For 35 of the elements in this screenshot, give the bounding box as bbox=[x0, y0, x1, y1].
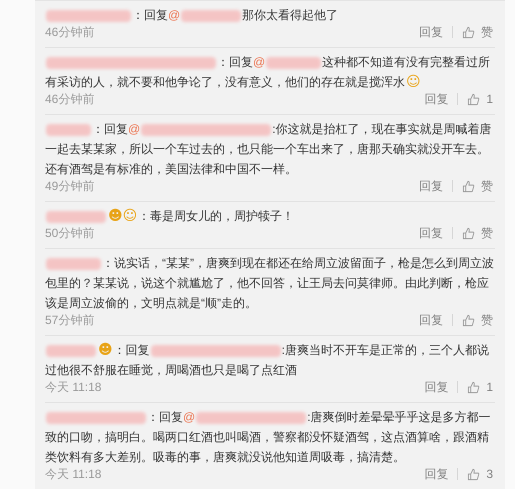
comment-time: 50分钟前 bbox=[45, 226, 94, 240]
like-count[interactable]: 赞 bbox=[481, 313, 493, 327]
comment-time: 今天 11:18 bbox=[45, 467, 102, 481]
comment-text: ：回复@ :唐爽倒时差晕晕乎乎这是多方都一致的口吻，搞明白。喝两口红酒也叫喝酒，警察都没怀疑酒驾，这点酒算啥，跟酒精类饮料有多大差别。吸毒的事，唐爽就没说他知道周吸毒，搞清楚。 bbox=[45, 409, 492, 466]
thumbs-up-icon[interactable] bbox=[467, 468, 480, 480]
like-count[interactable]: 3 bbox=[486, 467, 493, 481]
like-count[interactable]: 赞 bbox=[481, 25, 493, 39]
comment-time: 今天 11:18 bbox=[45, 380, 102, 394]
thumbs-up-icon[interactable] bbox=[462, 180, 475, 192]
thumbs-up-icon[interactable] bbox=[462, 226, 475, 240]
comment-text: ：回复@ 这种都不知道有没有完整看过所有采访的人，就不要和他争论了，没有意义，他们的存在就是搅浑水☺ bbox=[45, 54, 492, 92]
like-count[interactable]: 1 bbox=[486, 380, 493, 394]
comment-text: ：回复@ :你这就是抬杠了，现在事实就是周喊着唐一起去某某家，所以一个车过去的，也只能一个车出来了，唐那天确实就没开车去。还有酒驾是有标准的，美国法律和中国不一样。 bbox=[45, 121, 493, 178]
reply-link[interactable]: 回复 bbox=[424, 92, 448, 106]
comment-time: 46分钟前 bbox=[45, 92, 94, 106]
reply-link[interactable]: 回复 bbox=[424, 380, 448, 394]
comment-time: 46分钟前 bbox=[45, 25, 94, 39]
thumbs-up-icon[interactable] bbox=[462, 26, 475, 38]
reply-link[interactable]: 回复 bbox=[419, 226, 443, 240]
comment-time: 49分钟前 bbox=[45, 179, 94, 193]
reply-link[interactable]: 回复 bbox=[419, 313, 443, 327]
thumbs-up-icon[interactable] bbox=[467, 92, 480, 106]
reply-link[interactable]: 回复 bbox=[424, 467, 448, 481]
like-count[interactable]: 1 bbox=[486, 92, 493, 106]
thumbs-up-icon[interactable] bbox=[467, 380, 480, 394]
like-count[interactable]: 赞 bbox=[481, 226, 493, 240]
reply-link[interactable]: 回复 bbox=[419, 25, 443, 39]
comment-text: ：回复@ 那你太看得起他了 bbox=[45, 5, 495, 25]
comment-text: ：说实话，“某某”，唐爽到现在都还在给周立波留面子，枪是怎么到周立波包里的？某某说，说这个就尴尬了，他不回答，让王局去问莫律师。由此判断，枪应该是周立波偷的，文明点就是“顺”走的。 bbox=[45, 255, 495, 312]
reply-link[interactable]: 回复 bbox=[419, 179, 443, 193]
thumbs-up-icon[interactable] bbox=[462, 314, 475, 326]
like-count[interactable]: 赞 bbox=[481, 179, 493, 193]
comment-text: ☻☺：毒是周女儿的，周护犊子！ bbox=[45, 206, 495, 226]
comment-text: ☻：回复 :唐爽当时不开车是正常的，三个人都说过他很不舒服在睡觉，周喝酒也只是喝了点红酒 bbox=[45, 341, 490, 379]
comment-time: 57分钟前 bbox=[45, 313, 94, 327]
